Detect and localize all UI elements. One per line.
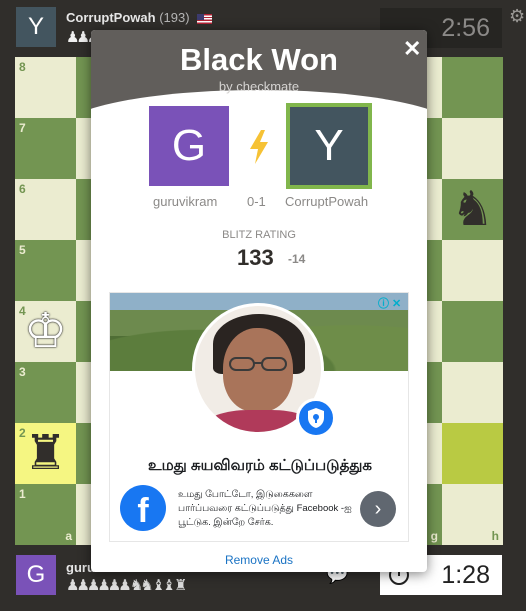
black-rook-piece[interactable]: ♜	[15, 423, 76, 484]
ad-body-text[interactable]: உமது போட்டோ, இடுகைகளை பார்ப்பவரை கட்டுப்…	[178, 488, 358, 530]
square-a1[interactable]: 1a	[15, 484, 76, 545]
rank-label: 7	[19, 121, 26, 135]
player-clock-time: 1:28	[441, 560, 490, 589]
square-a6[interactable]: 6	[15, 179, 76, 240]
lock-shield-icon	[296, 398, 336, 438]
rank-label: 1	[19, 487, 26, 501]
game-over-modal: Black Won by checkmate ✕ G Y guruvikram …	[91, 30, 427, 572]
facebook-logo-icon[interactable]: f	[120, 485, 166, 531]
rank-label: 3	[19, 365, 26, 379]
square-a2[interactable]: 2 ♜	[15, 423, 76, 484]
square-a7[interactable]: 7	[15, 118, 76, 179]
square-a5[interactable]: 5	[15, 240, 76, 301]
square-a4[interactable]: 4 ♔	[15, 301, 76, 362]
ad-arrow-button[interactable]: ›	[360, 491, 396, 527]
square-h6[interactable]: ♞	[442, 179, 503, 240]
square-a8[interactable]: 8	[15, 57, 76, 118]
ad-choices-icon[interactable]: ⓘ ✕	[378, 295, 401, 311]
square-h8[interactable]	[442, 57, 503, 118]
remove-ads-link[interactable]: Remove Ads	[91, 553, 427, 567]
file-label: h	[491, 529, 499, 543]
black-knight-piece[interactable]: ♞	[442, 179, 503, 240]
result-reason: by checkmate	[218, 79, 300, 94]
square-h2[interactable]	[442, 423, 503, 484]
gear-icon[interactable]: ⚙	[509, 6, 525, 27]
opponent-avatar[interactable]: Y	[16, 7, 56, 47]
rating-label: BLITZ RATING	[222, 229, 296, 241]
player-captured-pieces: ♟♟♟♟♟♟ ♞♞ ♝♝ ♜	[66, 577, 187, 594]
result-title: Black Won	[180, 42, 338, 77]
square-a3[interactable]: 3	[15, 362, 76, 423]
white-player-avatar[interactable]: G	[149, 106, 229, 186]
opponent-rating: (193)	[159, 10, 190, 25]
square-h3[interactable]	[442, 362, 503, 423]
rank-label: 6	[19, 182, 26, 196]
file-label: a	[65, 529, 72, 543]
file-label: g	[430, 529, 438, 543]
opponent-name-row: CorruptPowah (193)	[66, 10, 213, 25]
opponent-username[interactable]: CorruptPowah	[66, 10, 156, 25]
rank-label: 8	[19, 60, 26, 74]
ad-headline[interactable]: உமது சுயவிவரம் கட்டுப்படுத்துக	[110, 457, 408, 476]
game-score: 0-1	[247, 194, 266, 209]
square-h5[interactable]	[442, 240, 503, 301]
advertisement[interactable]: ⓘ ✕ உமது சுயவிவரம் கட்டுப்படுத்துக f உமத…	[109, 292, 409, 542]
rank-label: 5	[19, 243, 26, 257]
square-h7[interactable]	[442, 118, 503, 179]
square-h4[interactable]	[442, 301, 503, 362]
lightning-icon	[250, 130, 268, 164]
black-player-avatar[interactable]: Y	[286, 103, 372, 189]
player-avatar[interactable]: G	[16, 555, 56, 595]
us-flag-icon	[197, 13, 213, 24]
square-h1[interactable]: h	[442, 484, 503, 545]
rating-value: 133	[237, 245, 274, 270]
rating-change: -14	[288, 252, 306, 266]
close-icon[interactable]: ✕	[403, 36, 421, 62]
white-player-name[interactable]: guruvikram	[153, 194, 217, 209]
white-king-piece[interactable]: ♔	[15, 301, 76, 362]
black-player-name[interactable]: CorruptPowah	[285, 194, 368, 209]
